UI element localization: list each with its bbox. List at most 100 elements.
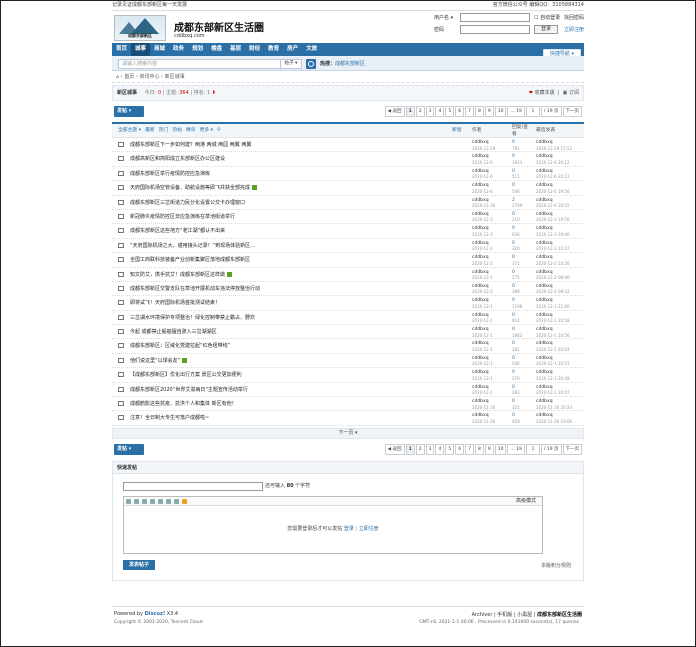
page-number[interactable]: 9 [484,443,494,455]
page-number[interactable]: 1 [405,443,415,455]
nav-item[interactable]: 规划 [188,43,207,56]
thread-title-text[interactable]: 成都鹤影这些抗疫、抗洪个人和集体 新区有他！ [130,401,237,407]
thread-title[interactable]: 成都东部新区：区域化党建拉起“红色纽带线” [130,339,230,353]
thread-title-text[interactable]: 今起 成都禁止船舶擅自驶入三岔湖湖区 [130,329,217,335]
next-page-button[interactable]: 下一页 [562,106,582,117]
site-logo[interactable]: 成都东部新区 [114,15,166,41]
filter-tab[interactable]: 精华 [186,128,196,133]
thread-title-text[interactable]: 成都高新区和简阳成立东部新区办公区建设 [130,156,225,162]
last-post-time[interactable]: 2020-11-30 19:06 [536,419,572,425]
last-post-time[interactable]: 2020-12-1 20:47 [536,390,570,396]
filter-tab[interactable]: 热帖 [172,128,182,133]
last-post-time[interactable]: 2020-12-1 21:00 [536,304,570,310]
thread-title[interactable]: 成都鹤影这些抗疫、抗洪个人和集体 新区有他！ [130,397,237,411]
page-number[interactable]: 7 [465,443,474,455]
editor-login-link[interactable]: 登录 [344,526,354,532]
submit-post-button[interactable]: 发表帖子 [123,559,155,570]
top-bar-contact[interactable]: 官方微信公众号 编辑QQ：3105884314 [493,0,584,11]
nav-item[interactable]: 楼盘 [207,43,226,56]
subscribe-button[interactable]: 订阅 [569,90,579,96]
page-jump-input[interactable]: 1 [525,443,540,455]
filter-tab[interactable]: 热门 [159,128,169,133]
filter-tab[interactable]: 全部主题 ▾ [118,128,141,133]
new-thread-button[interactable]: 发帖 ▾ [114,106,144,117]
thread-title-text[interactable]: 成都东部新区：区域化党建拉起“红色纽带线” [130,343,230,349]
find-password-link[interactable]: 找回密码 [564,14,584,21]
hot-search-link[interactable]: 成都东部新区 [335,61,365,67]
thread-title-text[interactable]: 成都东部新区这些地方“老江湖”都认不出来 [130,228,225,234]
thread-title[interactable]: “天府国际机场之大，堪用接头记录！”到现场体验新区… [130,239,255,253]
thread-title-text[interactable]: 成都东部新区下一步如何建？两港 两城 两园 两翼 两翼 [130,142,251,148]
nav-item[interactable]: 教育 [264,43,283,56]
thread-title[interactable]: 天府国际机场空管设备、助航设施等即飞并获全部完成 [130,181,258,195]
last-post-time[interactable]: 2020-12-6 20:12 [536,174,570,180]
new-thread-button[interactable]: 发帖 ▾ [114,443,144,455]
nav-item[interactable]: 政务 [169,43,188,56]
thread-title[interactable]: 三岔湖水环境保护专项整治！绿化控制带禁止霸占、野炊 [130,311,255,325]
advanced-mode-link[interactable]: 高级模式 [516,497,536,506]
page-number[interactable]: 5 [445,443,455,455]
last-post-time[interactable]: 2020-12-2 08:46 [536,275,570,281]
page-number[interactable]: 4 [435,106,445,117]
thread-title[interactable]: 成都东部新区2020“世界艾滋病日”主题宣传活动举行 [130,383,248,397]
editor-register-link[interactable]: 立即注册 [359,526,379,532]
last-post-time[interactable]: 2020-12-1 20:56 [536,333,570,339]
discuz-link[interactable]: Discuz! [145,611,166,617]
username-type-select[interactable]: 用户名 ▾ [434,14,453,21]
code-icon[interactable] [174,498,179,504]
page-number[interactable]: 6 [455,443,465,455]
subject-input[interactable] [123,481,263,491]
search-type-select[interactable]: 帖子 ▾ [280,59,302,69]
new-window-toggle[interactable]: 新窗 [452,127,462,134]
page-number[interactable]: 5 [445,106,455,117]
footer-site-name[interactable]: 成都东部新区生活圈 [537,612,582,618]
auto-login-checkbox[interactable]: ☐ 自动登录 [534,14,560,21]
bold-icon[interactable] [126,498,131,504]
page-number[interactable]: 6 [455,106,465,117]
credit-rules-link[interactable]: 本版积分规则 [541,562,571,569]
login-button[interactable]: 登录 [534,25,558,34]
nav-item[interactable]: 财经 [245,43,264,56]
thread-title[interactable]: 今起 成都禁止船舶擅自驶入三岔湖湖区 [130,325,217,339]
page-number[interactable]: 2 [415,106,425,117]
thread-title-text[interactable]: 【成都东部新区】优化出行方案 景区公交更加便利 [130,372,242,378]
page-number[interactable]: 3 [425,106,435,117]
link-icon[interactable] [158,498,163,504]
last-post-time[interactable]: 2020-12-3 19:50 [536,217,570,223]
thread-title-text[interactable]: 成都东部新区三岔街道力民分化设置公交卡办理窗口 [130,200,245,206]
thread-title-text[interactable]: 即将试飞！天府国际机场首批测试结束！ [130,300,220,306]
search-icon[interactable] [306,59,316,69]
last-post-time[interactable]: 2020-12-1 20:54 [536,347,570,353]
page-number[interactable]: 1 [405,106,415,117]
thread-title-text[interactable]: 成都东部新区交警支队在草池开展机动车违法停放整治行动 [130,286,260,292]
nav-item[interactable]: 城事 [131,43,151,56]
page-number[interactable]: 7 [465,106,474,117]
last-post-time[interactable]: 2020-12-1 20:58 [536,318,570,324]
page-number[interactable]: 4 [435,443,445,455]
nav-item[interactable]: 首页 [112,43,131,56]
thread-title[interactable]: 全国工商联科技装备产业创新集聚区落地成都东部新区 [130,253,250,267]
thread-title[interactable]: 成都东部新区这些地方“老江湖”都认不出来 [130,224,225,238]
thread-title[interactable]: 他们说这里“以球会友” [130,354,188,368]
breadcrumb[interactable]: ⌂ › 首页 › 资讯中心 › 新区城事 [112,71,584,83]
page-number[interactable]: ... 19 [507,443,525,455]
last-post-time[interactable]: 2020-12-2 08:42 [536,289,570,295]
page-number[interactable]: ... 19 [507,106,525,117]
smiley-icon[interactable] [182,498,187,504]
thread-title-text[interactable]: “天府国际机场之大，堪用接头记录！”到现场体验新区… [130,243,255,249]
prev-page-button[interactable]: ◀ 返回 [384,443,405,455]
thread-title-text[interactable]: 新冠肺炎疫情防控区非应急演练在草池街道举行 [130,214,235,220]
page-jump-input[interactable]: 1 [525,106,540,117]
thread-title[interactable]: 成都东部新区下一步如何建？两港 两城 两园 两翼 两翼 [130,138,251,152]
nav-item[interactable]: 商城 [150,43,169,56]
nav-item[interactable]: 文旅 [302,43,321,56]
last-post-time[interactable]: 2020-12-3 12:07 [536,246,570,252]
thread-title-text[interactable]: 成都东部新区举行疫情防控应急演练 [130,171,210,177]
image-icon[interactable] [142,498,147,504]
thread-title-text[interactable]: 知文防艾，携手抗艾！成都东部新区这样做 [130,272,225,278]
last-post-time[interactable]: 2020-12-6 19:56 [536,189,570,195]
nav-item[interactable]: 基层 [226,43,245,56]
footer-link-list[interactable]: Archiver | 手机版 | 小黑屋 | [472,612,537,618]
search-icon[interactable]: ⚲ [217,128,221,133]
quote-icon[interactable] [166,498,171,504]
